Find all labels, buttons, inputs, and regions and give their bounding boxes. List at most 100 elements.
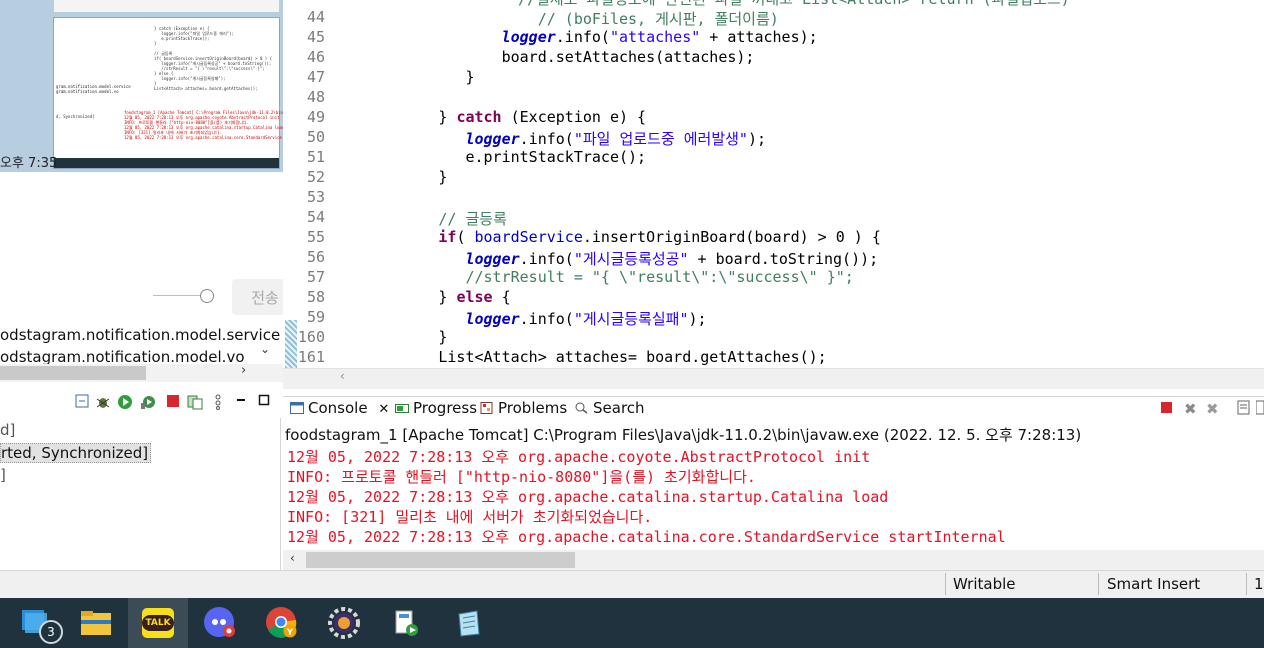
stop-icon[interactable] bbox=[165, 394, 181, 410]
folder-icon bbox=[81, 611, 111, 635]
line-number: 50 bbox=[306, 128, 325, 146]
change-ruler bbox=[285, 320, 297, 368]
taskbar-app-notepad[interactable] bbox=[438, 598, 498, 648]
thumbnail-package-list: gram.notification.model.service gram.not… bbox=[56, 84, 131, 94]
minimize-icon[interactable] bbox=[233, 394, 249, 410]
taskbar-app-file-explorer[interactable] bbox=[66, 598, 126, 648]
code-comment: //실제로 파일정보에 관련된 파일 꺼내고 List<Attach> retu… bbox=[330, 0, 1070, 8]
line-number: 46 bbox=[306, 48, 325, 66]
remove-all-icon[interactable]: ✖ bbox=[1206, 400, 1219, 418]
line-number: 52 bbox=[306, 168, 325, 186]
taskbar-app-eclipse-ee[interactable] bbox=[314, 598, 374, 648]
thumbnail-server-status: d, Synchronized] bbox=[56, 114, 95, 119]
disconnect-icon[interactable] bbox=[210, 394, 226, 410]
code-line: } catch (Exception e) { bbox=[330, 108, 647, 126]
line-number: 160 bbox=[297, 328, 325, 346]
code-line: // 글등록 bbox=[438, 210, 507, 228]
code-line: logger.info("파일 업로드중 에러발생"); bbox=[465, 130, 767, 148]
tab-console[interactable]: Console ✕ bbox=[290, 399, 389, 417]
chrome-icon: Y bbox=[266, 607, 297, 638]
collapse-all-icon[interactable] bbox=[74, 394, 90, 410]
discord-icon bbox=[204, 607, 235, 637]
code-line: } else { bbox=[330, 288, 511, 306]
maximize-icon[interactable] bbox=[256, 394, 272, 410]
chevron-down-icon[interactable]: ⌄ bbox=[260, 342, 270, 356]
zoom-slider-track[interactable] bbox=[153, 295, 206, 296]
search-icon bbox=[575, 402, 588, 414]
line-number: 44 bbox=[306, 8, 325, 26]
console-line: INFO: 프로토콜 핸들러 ["http-nio-8080"]을(를) 초기화… bbox=[287, 468, 756, 486]
progress-icon bbox=[395, 404, 409, 413]
svg-text:Y: Y bbox=[286, 628, 294, 638]
thumbnail-code: } catch (Exception e) { logger.info("파일 … bbox=[154, 26, 273, 91]
scroll-lock-icon[interactable] bbox=[1255, 400, 1264, 420]
server-row[interactable]: d] bbox=[0, 421, 15, 439]
taskbar-app-chrome[interactable]: Y bbox=[252, 598, 312, 648]
server-row[interactable]: ] bbox=[0, 466, 6, 484]
console-line: 12월 05, 2022 7:28:13 오후 org.apache.catal… bbox=[287, 488, 889, 506]
line-number: 54 bbox=[306, 208, 325, 226]
zoom-slider-knob[interactable] bbox=[200, 289, 214, 303]
console-icon bbox=[290, 402, 304, 414]
code-line: e.printStackTrace(); bbox=[330, 148, 647, 166]
status-separator bbox=[1246, 573, 1247, 595]
line-number: 56 bbox=[306, 248, 325, 266]
line-number: 47 bbox=[306, 68, 325, 86]
kakaotalk-icon: TALK bbox=[142, 608, 174, 638]
thumbnail-console: foodstagram_1 [Apache Tomcat] C:\Program… bbox=[124, 110, 298, 140]
media-file-icon bbox=[395, 610, 418, 636]
profile-icon[interactable] bbox=[140, 394, 156, 410]
code-line: if( boardService.insertOriginBoard(board… bbox=[438, 228, 881, 246]
console-launch-title: foodstagram_1 [Apache Tomcat] C:\Program… bbox=[285, 426, 1082, 444]
taskbar-app-discord[interactable] bbox=[190, 598, 250, 648]
clear-console-icon[interactable] bbox=[1236, 400, 1252, 420]
console-line: 12월 05, 2022 7:28:13 오후 org.apache.catal… bbox=[287, 528, 1006, 546]
debug-icon[interactable] bbox=[95, 394, 111, 410]
code-line: logger.info("게시글등록성공" + board.toString()… bbox=[465, 250, 879, 268]
status-cursor-position: 14 bbox=[1254, 575, 1264, 593]
code-line: logger.info("attaches" + attaches); bbox=[501, 28, 818, 46]
code-line: logger.info("게시글등록실패"); bbox=[465, 310, 707, 328]
tab-problems[interactable]: Problems bbox=[480, 399, 567, 417]
taskbar-app-explorer-windows[interactable]: 3 bbox=[6, 598, 66, 648]
line-number: 48 bbox=[306, 88, 325, 106]
taskbar-app-kakaotalk[interactable]: TALK bbox=[128, 598, 188, 648]
publish-icon[interactable] bbox=[187, 394, 203, 410]
close-icon[interactable]: ✕ bbox=[378, 402, 389, 417]
console-scrollbar-thumb[interactable] bbox=[306, 552, 575, 568]
code-line: } bbox=[330, 168, 448, 186]
image-preview-top bbox=[54, 0, 279, 12]
chevron-right-icon[interactable]: › bbox=[241, 363, 246, 378]
status-separator bbox=[1098, 573, 1099, 595]
run-icon[interactable] bbox=[117, 394, 133, 410]
line-number: 53 bbox=[306, 188, 325, 206]
status-insert-mode[interactable]: Smart Insert bbox=[1107, 575, 1200, 593]
taskbar-app-media[interactable] bbox=[376, 598, 436, 648]
notepad-icon bbox=[458, 610, 480, 637]
server-row-selected[interactable]: rted, Synchronized] bbox=[0, 443, 152, 463]
console-line: 12월 05, 2022 7:28:13 오후 org.apache.coyot… bbox=[287, 448, 871, 466]
line-number: 45 bbox=[306, 28, 325, 46]
line-number: 59 bbox=[306, 308, 325, 326]
screenshot-thumbnail[interactable]: } catch (Exception e) { logger.info("파일 … bbox=[54, 18, 297, 168]
console-line: INFO: [321] 밀리초 내에 서버가 초기화되었습니다. bbox=[287, 508, 653, 526]
notification-badge: 3 bbox=[39, 620, 63, 644]
package-item[interactable]: odstagram.notification.model.service bbox=[0, 326, 280, 344]
chevron-left-icon[interactable]: ‹ bbox=[340, 369, 345, 383]
editor-horizontal-scrollbar[interactable] bbox=[283, 368, 1264, 389]
message-time: 오후 7:35 bbox=[0, 156, 58, 171]
status-writable: Writable bbox=[953, 575, 1016, 593]
terminate-icon[interactable] bbox=[1161, 402, 1173, 418]
code-line: List<Attach> attaches= board.getAttaches… bbox=[330, 348, 827, 366]
tab-search[interactable]: Search bbox=[575, 399, 645, 417]
servers-list bbox=[0, 418, 281, 570]
code-line: // (boFiles, 게시판, 폴더이름) bbox=[330, 8, 779, 29]
thumbnail-taskbar bbox=[54, 158, 279, 168]
remove-launch-icon[interactable]: ✖ bbox=[1184, 400, 1197, 418]
chevron-left-icon[interactable]: ‹ bbox=[290, 551, 295, 565]
eclipse-gear-icon bbox=[328, 607, 360, 639]
code-line: } bbox=[330, 328, 448, 346]
code-line: //strResult = "{ \"result\":\"success\" … bbox=[330, 268, 854, 286]
tab-progress[interactable]: Progress bbox=[395, 399, 477, 417]
package-scrollbar-thumb[interactable] bbox=[0, 366, 146, 380]
